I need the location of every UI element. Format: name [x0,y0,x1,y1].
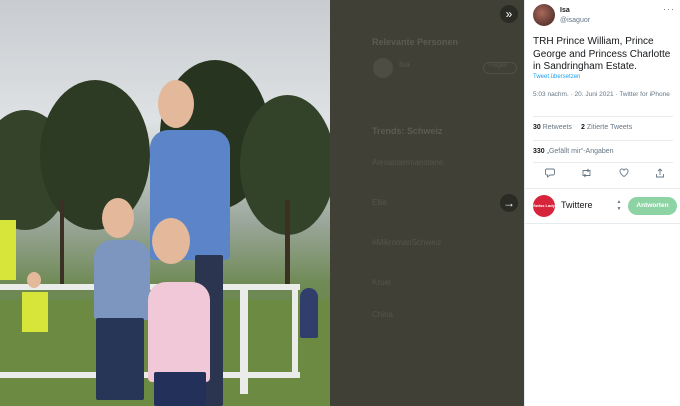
next-image-icon[interactable]: → [500,194,518,212]
composer-avatar: Swiss Lady [533,195,555,217]
ghost-avatar [373,58,393,78]
likes-count: 330 [533,148,545,155]
ghost-trend: #MikromanSchweiz [372,238,442,247]
avatar[interactable] [533,4,555,26]
ghost-trend: China [372,310,393,319]
quotes-count: 2 [581,124,585,131]
author-handle[interactable]: @isaguor [560,17,590,24]
translate-link[interactable]: Tweet übersetzen [533,74,580,80]
likes-label: „Gefällt mir“-Angaben [546,148,614,155]
retweets-stat[interactable]: 30 Retweets [533,124,572,131]
reply-button[interactable]: Antworten [628,197,677,215]
collapse-sidebar-icon[interactable]: » [500,5,518,23]
more-options-icon[interactable]: ··· [663,4,675,14]
divider [533,140,673,141]
tweet-timestamp[interactable]: 5:03 nachm. · 20. Juni 2021 · Twitter fo… [533,90,673,99]
tweet-sidebar: Isa @isaguor ··· TRH Prince William, Pri… [524,0,680,406]
reply-composer: Swiss Lady Twittere ▲ ▼ Antworten [525,188,680,224]
ghost-follow-label: Folgen [489,63,508,69]
ghost-trend: Ellie [372,198,388,207]
ghost-person-name: Isa [399,60,410,69]
retweets-label: Retweets [542,124,572,131]
reply-icon[interactable] [543,168,557,180]
stepper-icon[interactable]: ▲ ▼ [616,199,622,213]
divider [533,162,673,163]
ghost-heading-people: Relevante Personen [372,37,459,47]
replies-area [525,224,680,406]
retweets-count: 30 [533,124,541,131]
quotes-label: Zitierte Tweets [586,124,633,131]
retweet-icon[interactable] [579,168,593,180]
share-icon[interactable] [653,168,667,180]
tweet-media-viewer: Relevante Personen Isa Folgen Trends: Sc… [0,0,680,406]
tweet-actions [533,168,673,180]
like-icon[interactable] [617,168,631,180]
ghost-heading-trends: Trends: Schweiz [372,126,443,136]
divider [533,116,673,117]
tweet-text: TRH Prince William, Prince George and Pr… [533,36,671,72]
dimmed-background-panel [330,0,524,406]
ghost-trend: Kruel [372,278,391,287]
ghost-trend: Alexandermaristane [372,158,444,167]
reply-input[interactable]: Twittere [561,200,593,210]
author-name[interactable]: Isa [560,7,570,14]
likes-stat[interactable]: 330 „Gefällt mir“-Angaben [533,148,614,155]
logo-text: Swiss Lady [533,203,555,208]
tweet-photo[interactable] [0,0,330,406]
media-viewer: Relevante Personen Isa Folgen Trends: Sc… [0,0,524,406]
tweet-header: Isa @isaguor ··· [533,4,675,28]
quotes-stat[interactable]: 2 Zitierte Tweets [581,124,632,131]
